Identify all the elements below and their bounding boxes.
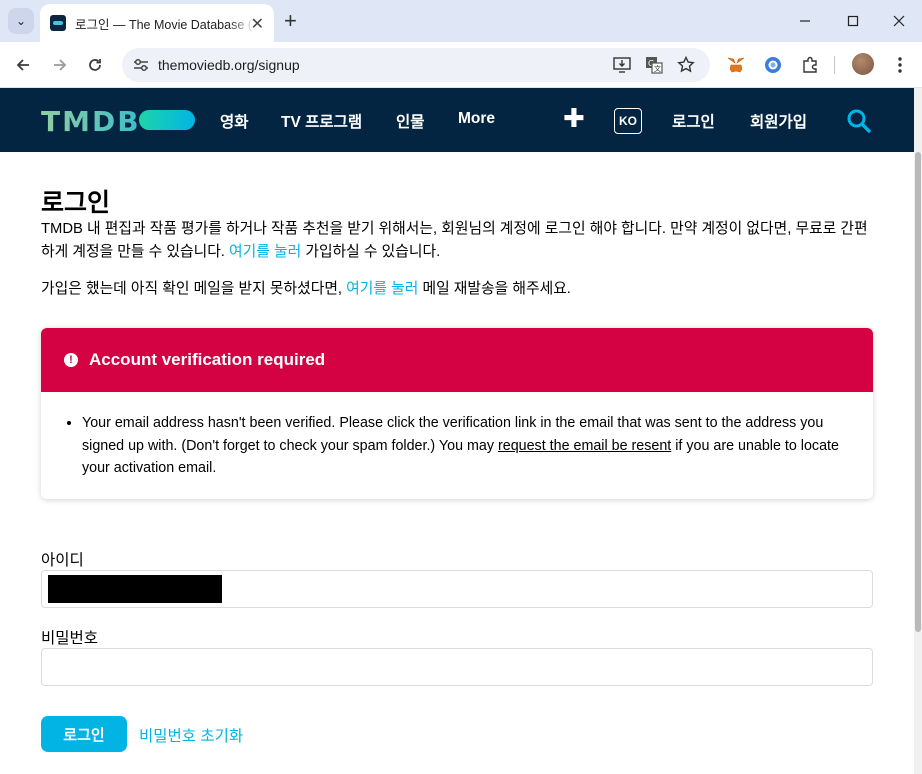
more-menu-icon[interactable]: [886, 51, 914, 79]
forward-arrow-icon[interactable]: [46, 51, 74, 79]
exclamation-icon: !: [64, 353, 78, 367]
page-scrollbar[interactable]: [914, 88, 922, 774]
tmdb-favicon-icon: [50, 15, 66, 31]
browser-tab[interactable]: 로그인 — The Movie Database (TMDB) ✕: [40, 4, 274, 42]
intro-text-before: TMDB 내 편집과 작품 평가를 하거나 작품 추천을 받기 위해서는, 회원…: [41, 221, 868, 260]
maximize-icon[interactable]: [838, 6, 868, 36]
svg-text:文: 文: [654, 64, 661, 73]
minimize-icon[interactable]: [790, 6, 820, 36]
password-input[interactable]: [41, 648, 873, 686]
resend-text: 가입은 했는데 아직 확인 메일을 받지 못하셨다면, 여기를 눌러 메일 재발…: [41, 278, 871, 301]
tab-search-dropdown-icon[interactable]: ⌄: [8, 8, 34, 34]
nav-movies[interactable]: 영화: [220, 110, 249, 132]
blue-circle-extension-icon[interactable]: [761, 53, 785, 77]
search-icon[interactable]: [846, 108, 872, 134]
back-arrow-icon[interactable]: [9, 51, 37, 79]
resend-email-link[interactable]: request the email be resent: [498, 438, 671, 454]
resend-text-after: 메일 재발송을 해주세요.: [418, 281, 571, 297]
nav-signup[interactable]: 회원가입: [750, 110, 807, 132]
site-header: TMDB 영화 TV 프로그램 인물 More ✚ KO 로그인 회원가입: [0, 88, 914, 152]
nav-more[interactable]: More: [458, 110, 495, 128]
reset-password-link[interactable]: 비밀번호 초기화: [139, 724, 243, 746]
bookmark-star-icon[interactable]: [676, 55, 696, 75]
site-settings-icon[interactable]: [132, 56, 150, 74]
extensions-puzzle-icon[interactable]: [798, 53, 822, 77]
login-button[interactable]: 로그인: [41, 716, 127, 752]
verification-alert: ! Account verification required Your ema…: [41, 328, 873, 499]
new-tab-button[interactable]: +: [284, 8, 297, 34]
username-label: 아이디: [41, 552, 84, 569]
language-selector[interactable]: KO: [614, 108, 642, 134]
intro-text-after: 가입하실 수 있습니다.: [301, 244, 441, 260]
alert-message: Your email address hasn't been verified.…: [82, 412, 852, 480]
add-plus-icon[interactable]: ✚: [563, 103, 585, 134]
page-title: 로그인: [41, 189, 111, 217]
tmdb-logo[interactable]: TMDB: [41, 105, 141, 138]
browser-toolbar: themoviedb.org/signup G文: [0, 42, 922, 88]
address-bar[interactable]: themoviedb.org/signup G文: [122, 48, 710, 82]
resend-text-before: 가입은 했는데 아직 확인 메일을 받지 못하셨다면,: [41, 281, 347, 297]
close-window-icon[interactable]: [884, 6, 914, 36]
translate-icon[interactable]: G文: [644, 55, 664, 75]
nav-tv-shows[interactable]: TV 프로그램: [281, 110, 362, 132]
redacted-username: [48, 575, 222, 603]
tab-close-icon[interactable]: ✕: [251, 14, 264, 34]
nav-people[interactable]: 인물: [396, 110, 425, 132]
profile-avatar[interactable]: [852, 53, 874, 75]
tmdb-logo-pill-icon[interactable]: [139, 110, 195, 130]
username-input[interactable]: [41, 570, 873, 608]
url-text[interactable]: themoviedb.org/signup: [158, 57, 300, 73]
toolbar-separator: [834, 56, 835, 74]
alert-header: ! Account verification required: [41, 328, 873, 392]
alert-title: Account verification required: [89, 350, 326, 369]
signup-here-link[interactable]: 여기를 눌러: [229, 244, 301, 260]
browser-tabstrip: ⌄ 로그인 — The Movie Database (TMDB) ✕ +: [0, 0, 922, 42]
alert-body: Your email address hasn't been verified.…: [82, 412, 852, 480]
password-label: 비밀번호: [41, 630, 99, 647]
intro-text: TMDB 내 편집과 작품 평가를 하거나 작품 추천을 받기 위해서는, 회원…: [41, 218, 871, 264]
scrollbar-thumb[interactable]: [915, 152, 921, 632]
nav-login[interactable]: 로그인: [672, 110, 715, 132]
reload-icon[interactable]: [81, 51, 109, 79]
metamask-extension-icon[interactable]: [724, 53, 748, 77]
install-app-icon[interactable]: [612, 55, 632, 75]
tab-title: 로그인 — The Movie Database (TMDB): [75, 17, 255, 32]
resend-here-link[interactable]: 여기를 눌러: [346, 281, 418, 297]
